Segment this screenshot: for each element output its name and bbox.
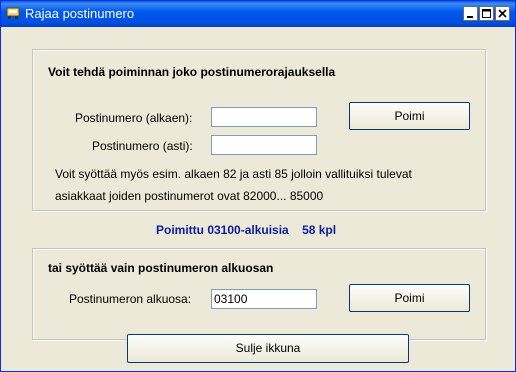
pick-prefix-button-label: Poimi (394, 291, 425, 305)
postcode-prefix-label: Postinumeron alkuosa: (69, 292, 192, 306)
status-count: 58 kpl (302, 223, 337, 237)
minimize-button[interactable] (463, 6, 478, 21)
close-icon (498, 9, 507, 18)
postcode-to-label: Postinumero (asti): (92, 139, 193, 153)
pick-range-button-label: Poimi (394, 109, 425, 123)
pick-range-button[interactable]: Poimi (349, 102, 470, 130)
maximize-icon (482, 9, 491, 18)
close-dialog-button[interactable]: Sulje ikkuna (127, 334, 409, 363)
postcode-to-input[interactable] (211, 135, 317, 155)
title-bar[interactable]: Rajaa postinumero (1, 1, 515, 27)
status-text: Poimittu 03100-alkuisia 58 kpl (156, 223, 336, 237)
maximize-button[interactable] (479, 6, 494, 21)
close-dialog-button-label: Sulje ikkuna (235, 341, 301, 355)
dialog-content: Voit tehdä poiminnan joko postinumeroraj… (1, 27, 515, 371)
postcode-from-label: Postinumero (alkaen): (75, 111, 193, 125)
status-message: Poimittu 03100-alkuisia (156, 223, 289, 237)
postcode-from-input[interactable] (211, 107, 317, 127)
app-icon (6, 7, 20, 20)
range-group-heading: Voit tehdä poiminnan joko postinumeroraj… (48, 65, 336, 79)
pick-prefix-button[interactable]: Poimi (349, 284, 470, 312)
minimize-icon (467, 16, 473, 18)
hint-line-2: asiakkaat joiden postinumerot ovat 82000… (55, 189, 324, 203)
close-window-button[interactable] (495, 6, 510, 21)
hint-line-1: Voit syöttää myös esim. alkaen 82 ja ast… (55, 167, 412, 181)
dialog-window: Rajaa postinumero Voit tehdä poiminnan j… (0, 0, 516, 372)
window-title: Rajaa postinumero (25, 6, 135, 21)
postcode-prefix-input[interactable] (211, 289, 317, 309)
prefix-group-heading: tai syöttää vain postinumeron alkuosan (48, 261, 274, 275)
